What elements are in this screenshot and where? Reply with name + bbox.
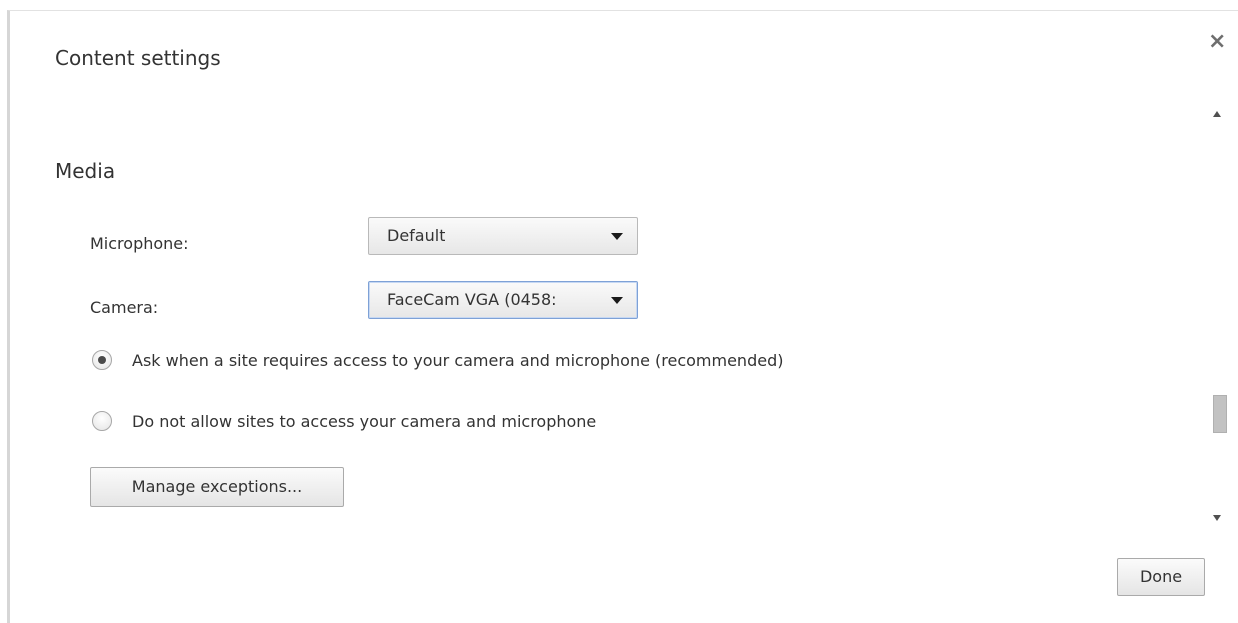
done-button[interactable]: Done [1117,558,1205,596]
media-section-title: Media [55,159,116,183]
radio-selected-dot [98,356,106,364]
camera-label: Camera: [90,298,159,317]
dialog-title: Content settings [55,46,221,70]
scroll-down-arrow-icon[interactable] [1213,515,1221,521]
microphone-label: Microphone: [90,234,189,253]
scroll-up-arrow-icon[interactable] [1213,111,1221,117]
chevron-down-icon [611,233,623,240]
microphone-select-value: Default [387,226,446,245]
content-settings-dialog: Content settings × Media Microphone: Def… [7,10,1238,623]
manage-exceptions-button[interactable]: Manage exceptions... [90,467,344,507]
radio-block-button[interactable] [92,411,112,431]
radio-ask-button[interactable] [92,350,112,370]
radio-ask-label: Ask when a site requires access to your … [132,351,784,370]
chevron-down-icon [611,297,623,304]
scrollbar-thumb[interactable] [1213,395,1227,433]
camera-select-value: FaceCam VGA (0458: [387,290,557,309]
microphone-select[interactable]: Default [368,217,638,255]
camera-select[interactable]: FaceCam VGA (0458: [368,281,638,319]
scrollbar[interactable] [1207,99,1227,531]
radio-block-label: Do not allow sites to access your camera… [132,412,597,431]
close-icon[interactable]: × [1208,31,1226,53]
